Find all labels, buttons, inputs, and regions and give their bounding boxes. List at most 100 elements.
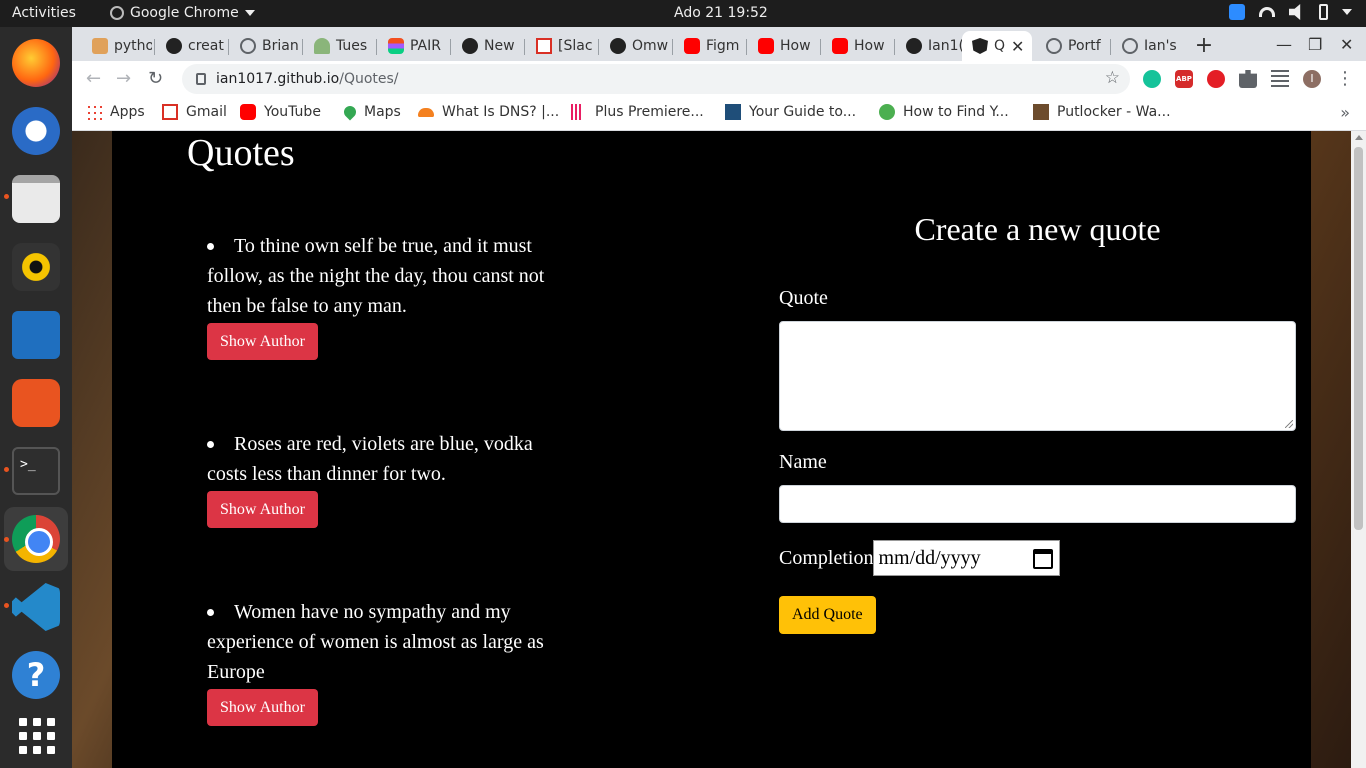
browser-window: pytho creat Brian Tues PAIR New [Slac Om… [72, 27, 1366, 131]
chrome-icon[interactable] [12, 515, 60, 563]
show-author-button[interactable]: Show Author [207, 491, 318, 528]
profile-avatar[interactable]: I [1303, 70, 1321, 88]
name-input[interactable] [779, 485, 1296, 523]
show-author-button[interactable]: Show Author [207, 323, 318, 360]
completion-date-input[interactable]: mm/dd/yyyy [873, 540, 1061, 576]
activities-button[interactable]: Activities [12, 5, 76, 21]
adblock-icon[interactable]: ABP [1175, 70, 1193, 88]
system-tray[interactable] [1229, 4, 1352, 20]
resize-grip-icon[interactable] [1285, 420, 1293, 428]
vscode-icon[interactable] [12, 583, 60, 631]
tab-label: New [484, 38, 515, 54]
zoom-icon[interactable] [1229, 4, 1245, 20]
tab[interactable]: Omw [600, 31, 670, 61]
bookmark-label: Plus Premiere... [595, 104, 704, 120]
tab-divider [154, 39, 155, 55]
tab[interactable]: Figm [674, 31, 744, 61]
close-tab-icon[interactable]: ✕ [1011, 37, 1024, 56]
extensions-puzzle-icon[interactable] [1239, 70, 1257, 88]
files-icon[interactable] [12, 175, 60, 223]
tab-strip: pytho creat Brian Tues PAIR New [Slac Om… [72, 27, 1366, 61]
media-queue-icon[interactable] [1271, 70, 1289, 88]
reload-icon[interactable]: ↻ [148, 68, 163, 89]
restore-icon[interactable]: ❐ [1308, 35, 1322, 54]
close-window-icon[interactable]: ✕ [1340, 35, 1353, 54]
tab-label: PAIR [410, 38, 441, 54]
tab[interactable]: Ian1( [896, 31, 962, 61]
extension-red-icon[interactable] [1207, 70, 1225, 88]
grammarly-icon[interactable] [1143, 70, 1161, 88]
tab[interactable]: Brian [230, 31, 300, 61]
lock-icon[interactable] [196, 73, 206, 85]
bookmark-gmail[interactable]: Gmail [162, 104, 227, 120]
show-author-button[interactable]: Show Author [207, 689, 318, 726]
tab[interactable]: [Slac [526, 31, 596, 61]
show-applications-icon[interactable] [12, 711, 60, 759]
tab-divider [894, 39, 895, 55]
bookmark-premiere[interactable]: Plus Premiere... [571, 104, 704, 120]
tab-divider [598, 39, 599, 55]
back-arrow-icon[interactable]: ← [86, 68, 101, 89]
tab-label: Q [994, 38, 1006, 54]
forward-arrow-icon[interactable]: → [116, 68, 131, 89]
running-indicator [4, 537, 9, 542]
globe-icon [1122, 38, 1138, 54]
tab-label: Omw [632, 38, 669, 54]
bookmark-howto[interactable]: How to Find Y... [879, 104, 1009, 120]
tab[interactable]: Tues [304, 31, 374, 61]
bookmark-dns[interactable]: What Is DNS? |... [418, 104, 559, 120]
calendar-icon[interactable] [1033, 549, 1054, 569]
tab[interactable]: Ian's [1112, 31, 1182, 61]
tab-label: pytho [114, 38, 152, 54]
bookmark-star-icon[interactable]: ☆ [1105, 68, 1120, 88]
bookmark-apps[interactable]: Apps [86, 104, 145, 120]
bookmark-putlocker[interactable]: Putlocker - Wa... [1033, 104, 1171, 120]
bookmark-guide[interactable]: Your Guide to... [725, 104, 856, 120]
tab-divider [1110, 39, 1111, 55]
bookmark-youtube[interactable]: YouTube [240, 104, 321, 120]
app-menu[interactable]: Google Chrome [110, 5, 255, 21]
scroll-up-arrow-icon[interactable] [1355, 135, 1363, 140]
quote-text: To thine own self be true, and it must f… [207, 235, 545, 317]
tab[interactable]: PAIR [378, 31, 448, 61]
tab[interactable]: New [452, 31, 522, 61]
rhythmbox-icon[interactable] [12, 243, 60, 291]
more-bookmarks-icon[interactable]: » [1340, 103, 1350, 122]
bookmark-label: What Is DNS? |... [442, 104, 560, 120]
tab[interactable]: pytho [82, 31, 152, 61]
tab[interactable]: creat [156, 31, 226, 61]
writer-icon[interactable] [12, 311, 60, 359]
help-icon[interactable]: ? [12, 651, 60, 699]
chevron-down-icon [244, 10, 255, 16]
page-scrollbar[interactable] [1351, 131, 1366, 768]
youtube-icon [832, 38, 848, 54]
green-circle-icon [879, 104, 895, 120]
firefox-icon[interactable] [12, 39, 60, 87]
address-bar[interactable]: ian1017.github.io/Quotes/ ☆ [182, 64, 1130, 94]
gmail-icon [162, 104, 178, 120]
quote-textarea[interactable] [779, 321, 1296, 431]
clock[interactable]: Ado 21 19:52 [674, 5, 768, 21]
tab[interactable]: How [748, 31, 818, 61]
chrome-menu-icon[interactable]: ⋮ [1336, 68, 1354, 89]
thunderbird-icon[interactable] [12, 107, 60, 155]
scrollbar-thumb[interactable] [1354, 147, 1363, 530]
add-quote-button[interactable]: Add Quote [779, 596, 876, 634]
tab-label: [Slac [558, 38, 593, 54]
tab[interactable]: How [822, 31, 892, 61]
bookmark-maps[interactable]: Maps [341, 103, 401, 121]
volume-icon [1289, 4, 1301, 20]
tab-divider [524, 39, 525, 55]
running-indicator [4, 194, 9, 199]
tab-active[interactable]: Q ✕ [962, 31, 1032, 61]
name-label: Name [779, 451, 827, 473]
figma-icon [388, 38, 404, 54]
tab[interactable]: Portf [1036, 31, 1108, 61]
dock: >_ ? [0, 27, 72, 768]
software-center-icon[interactable] [12, 379, 60, 427]
minimize-icon[interactable]: — [1276, 35, 1292, 54]
new-tab-button[interactable]: + [1190, 33, 1218, 61]
quote-item: Roses are red, violets are blue, vodka c… [207, 429, 567, 528]
terminal-icon[interactable]: >_ [12, 447, 60, 495]
tab-label: Portf [1068, 38, 1101, 54]
